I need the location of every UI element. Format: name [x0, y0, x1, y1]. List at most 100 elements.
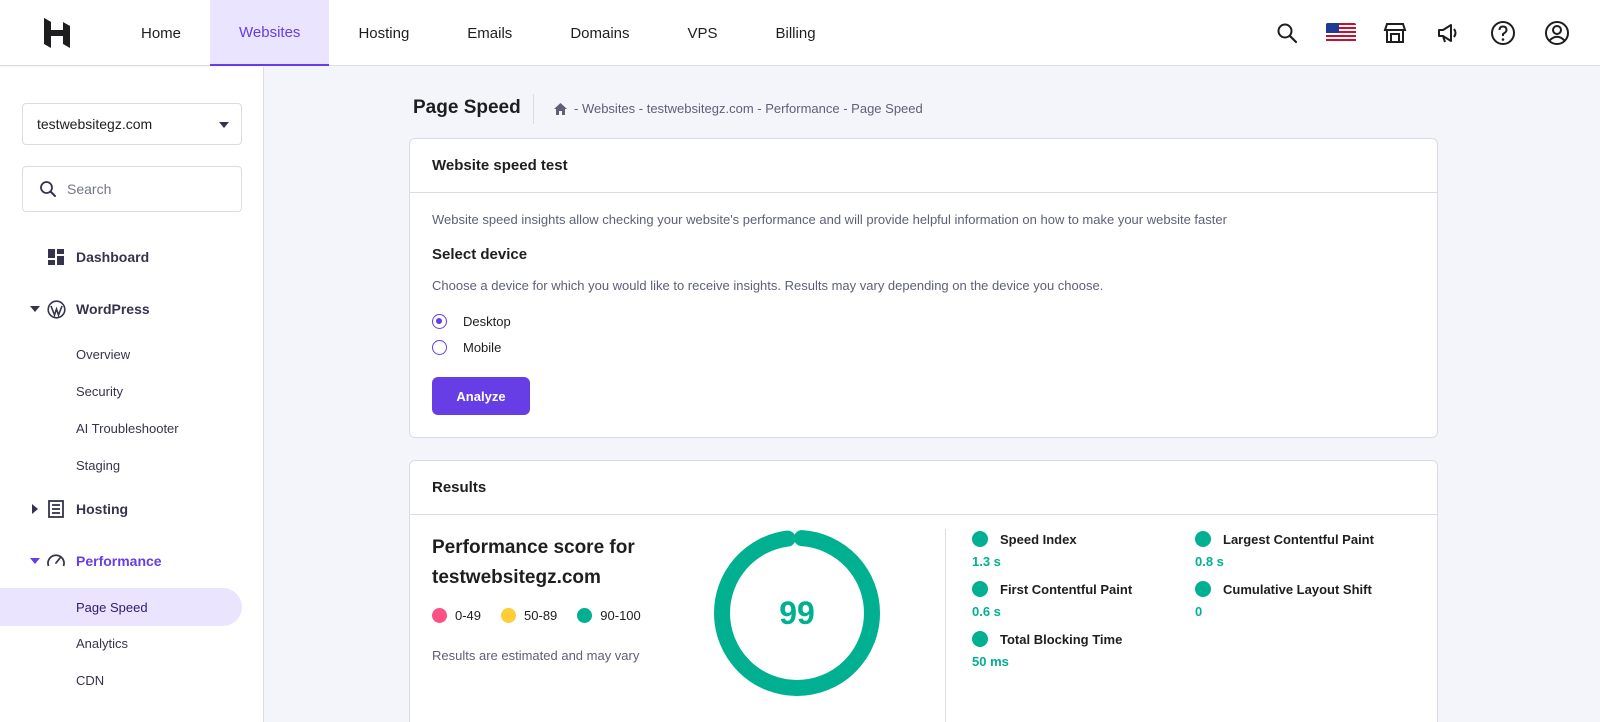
- sidebar-item-staging[interactable]: Staging: [0, 446, 264, 484]
- sidebar-search-input[interactable]: Search: [22, 166, 242, 212]
- hostinger-logo-icon[interactable]: [40, 16, 74, 50]
- sidebar-item-hosting[interactable]: Hosting: [0, 490, 264, 528]
- main-tabs: Home Websites Hosting Emails Domains VPS…: [112, 0, 845, 66]
- speedometer-icon: [46, 551, 66, 571]
- tab-home[interactable]: Home: [112, 0, 210, 66]
- status-dot-green: [972, 531, 988, 547]
- radio-label: Desktop: [463, 314, 511, 329]
- results-note: Results are estimated and may vary: [432, 648, 640, 663]
- score-legend: 0-49 50-89 90-100: [432, 608, 641, 623]
- sidebar-item-label: Performance: [76, 553, 162, 569]
- tab-vps[interactable]: VPS: [659, 0, 747, 66]
- top-navigation-bar: Home Websites Hosting Emails Domains VPS…: [0, 0, 1600, 66]
- chevron-down-icon: [30, 306, 40, 312]
- page-title: Page Speed: [413, 97, 521, 118]
- us-flag-icon[interactable]: [1326, 18, 1356, 48]
- sidebar-item-ai-troubleshooter[interactable]: AI Troubleshooter: [0, 409, 264, 447]
- sidebar-item-security[interactable]: Security: [0, 372, 264, 410]
- radio-mobile[interactable]: Mobile: [432, 340, 501, 355]
- results-title: Results: [410, 461, 1437, 515]
- select-device-title: Select device: [432, 246, 528, 263]
- radio-desktop[interactable]: Desktop: [432, 314, 511, 329]
- score-heading-domain: testwebsitegz.com: [432, 567, 601, 588]
- legend-dot-red: [432, 608, 447, 623]
- sidebar-item-dashboard[interactable]: Dashboard: [0, 238, 264, 276]
- metric-value: 0.6 s: [972, 604, 1001, 619]
- results-card: Results Performance score for testwebsit…: [409, 460, 1438, 722]
- home-icon[interactable]: [553, 102, 568, 116]
- sidebar-item-label: AI Troubleshooter: [76, 420, 179, 436]
- chevron-down-icon: [30, 558, 40, 564]
- metric-label: Largest Contentful Paint: [1223, 531, 1374, 547]
- score-heading: Performance score for testwebsitegz.com: [432, 533, 635, 593]
- sidebar-item-cdn[interactable]: CDN: [0, 661, 264, 699]
- metric-first-contentful-paint: First Contentful Paint 0.6 s: [972, 581, 1132, 619]
- sidebar-item-wordpress[interactable]: WordPress: [0, 290, 264, 328]
- sidebar-item-label: WordPress: [76, 301, 150, 317]
- website-select-value: testwebsitegz.com: [37, 116, 153, 132]
- legend-label: 90-100: [600, 608, 641, 623]
- metric-value: 0.8 s: [1195, 554, 1224, 569]
- sidebar-item-label: Dashboard: [76, 249, 150, 265]
- speed-test-card: Website speed test Website speed insight…: [409, 138, 1438, 438]
- speed-test-description: Website speed insights allow checking yo…: [432, 212, 1227, 227]
- metric-label: Speed Index: [1000, 531, 1077, 547]
- metric-largest-contentful-paint: Largest Contentful Paint 0.8 s: [1195, 531, 1374, 569]
- store-icon[interactable]: [1380, 18, 1410, 48]
- metric-label: Cumulative Layout Shift: [1223, 581, 1372, 597]
- radio-button-checked[interactable]: [432, 314, 447, 329]
- tab-billing[interactable]: Billing: [747, 0, 845, 66]
- status-dot-green: [972, 631, 988, 647]
- score-value: 99: [779, 594, 815, 631]
- select-device-description: Choose a device for which you would like…: [432, 278, 1104, 293]
- search-placeholder: Search: [67, 181, 112, 197]
- radio-button[interactable]: [432, 340, 447, 355]
- sidebar-item-label: Staging: [76, 457, 121, 473]
- top-icons: [1272, 0, 1572, 66]
- legend-label: 50-89: [524, 608, 558, 623]
- breadcrumb: - Websites - testwebsitegz.com - Perform…: [553, 101, 923, 116]
- breadcrumb-path: - Websites - testwebsitegz.com - Perform…: [574, 101, 923, 116]
- account-icon[interactable]: [1542, 18, 1572, 48]
- analyze-button[interactable]: Analyze: [432, 377, 530, 415]
- sidebar-item-label: Security: [76, 383, 123, 399]
- results-divider: [945, 529, 946, 722]
- metric-cumulative-layout-shift: Cumulative Layout Shift 0: [1195, 581, 1372, 619]
- sidebar-item-label: Overview: [76, 346, 131, 362]
- sidebar-item-label: Analytics: [76, 635, 129, 651]
- metric-value: 1.3 s: [972, 554, 1001, 569]
- metric-label: First Contentful Paint: [1000, 581, 1133, 597]
- wordpress-icon: [46, 299, 66, 319]
- sidebar-item-label: Hosting: [76, 501, 129, 517]
- metric-value: 50 ms: [972, 654, 1009, 669]
- chevron-right-icon: [32, 504, 38, 514]
- metric-total-blocking-time: Total Blocking Time 50 ms: [972, 631, 1122, 669]
- search-icon[interactable]: [1272, 18, 1302, 48]
- sidebar-item-analytics[interactable]: Analytics: [0, 624, 264, 662]
- score-heading-line: Performance score for: [432, 537, 635, 558]
- dashboard-icon: [46, 247, 66, 267]
- megaphone-icon[interactable]: [1434, 18, 1464, 48]
- sidebar-item-label: CDN: [76, 672, 105, 688]
- score-gauge: 99: [711, 527, 883, 699]
- metric-value: 0: [1195, 604, 1203, 619]
- radio-label: Mobile: [463, 340, 502, 355]
- status-dot-green: [1195, 531, 1211, 547]
- website-select[interactable]: testwebsitegz.com: [22, 103, 242, 145]
- help-icon[interactable]: [1488, 18, 1518, 48]
- status-dot-green: [1195, 581, 1211, 597]
- tab-domains[interactable]: Domains: [541, 0, 658, 66]
- chevron-down-icon: [219, 122, 229, 128]
- sidebar-item-performance[interactable]: Performance: [0, 542, 264, 580]
- tab-emails[interactable]: Emails: [438, 0, 541, 66]
- sidebar-item-overview[interactable]: Overview: [0, 335, 264, 373]
- server-icon: [46, 499, 66, 519]
- tab-websites[interactable]: Websites: [210, 0, 330, 66]
- speed-test-title: Website speed test: [410, 139, 1437, 193]
- sidebar: testwebsitegz.com Search Dashboard WordP…: [0, 67, 264, 722]
- sidebar-item-label: Page Speed: [76, 599, 148, 615]
- metric-speed-index: Speed Index 1.3 s: [972, 531, 1077, 569]
- legend-dot-green: [577, 608, 593, 623]
- sidebar-item-page-speed[interactable]: Page Speed: [0, 588, 242, 626]
- tab-hosting[interactable]: Hosting: [329, 0, 438, 66]
